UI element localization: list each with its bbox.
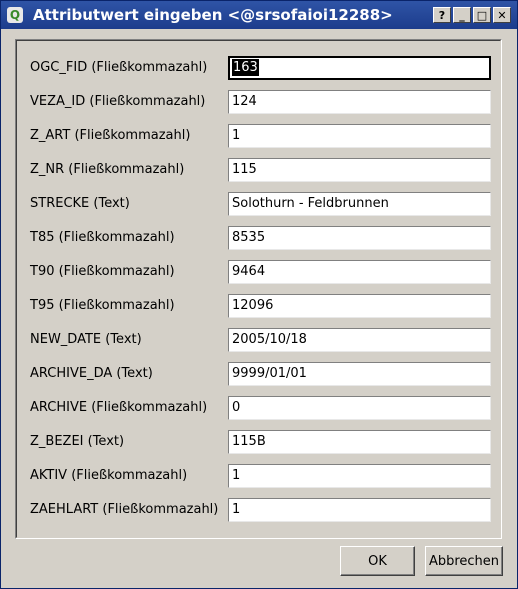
field-input[interactable]: 1	[228, 124, 491, 148]
field-row: T85 (Fließkommazahl) 8535	[17, 226, 500, 250]
field-label: VEZA_ID (Fließkommazahl)	[30, 94, 206, 109]
field-row: ARCHIVE (Fließkommazahl) 0	[17, 396, 500, 420]
field-label: T85 (Fließkommazahl)	[30, 230, 175, 245]
field-row: T95 (Fließkommazahl) 12096	[17, 294, 500, 318]
field-label: STRECKE (Text)	[30, 196, 130, 211]
field-row: Z_ART (Fließkommazahl) 1	[17, 124, 500, 148]
field-input[interactable]: 2005/10/18	[228, 328, 491, 352]
attribute-dialog: Q Attributwert eingeben <@srsofaioi12288…	[0, 0, 518, 589]
field-row: Z_BEZEI (Text) 115B	[17, 430, 500, 454]
ok-button[interactable]: OK	[340, 546, 415, 576]
field-label: ARCHIVE (Fließkommazahl)	[30, 400, 208, 415]
field-row: ZAEHLART (Fließkommazahl) 1	[17, 498, 500, 522]
field-input[interactable]: Solothurn - Feldbrunnen	[228, 192, 491, 216]
field-label: ARCHIVE_DA (Text)	[30, 366, 153, 381]
minimize-button[interactable]: _	[453, 7, 471, 23]
field-value: 8535	[232, 230, 266, 245]
field-label: NEW_DATE (Text)	[30, 332, 142, 347]
field-label: Z_ART (Fließkommazahl)	[30, 128, 191, 143]
field-value: 124	[232, 94, 257, 109]
field-row: AKTIV (Fließkommazahl) 1	[17, 464, 500, 488]
field-row: OGC_FID (Fließkommazahl) 163	[17, 56, 500, 80]
field-label: OGC_FID (Fließkommazahl)	[30, 60, 208, 75]
field-input[interactable]: 1	[228, 464, 491, 488]
field-row: ARCHIVE_DA (Text) 9999/01/01	[17, 362, 500, 386]
field-value: 1	[232, 502, 241, 517]
close-button[interactable]: ✕	[493, 7, 511, 23]
field-input[interactable]: 9464	[228, 260, 491, 284]
field-value: 163	[232, 59, 259, 76]
field-input[interactable]: 8535	[228, 226, 491, 250]
field-value: 9999/01/01	[232, 366, 307, 381]
field-input[interactable]: 0	[228, 396, 491, 420]
field-input[interactable]: 12096	[228, 294, 491, 318]
field-value: 115	[232, 162, 257, 177]
cancel-button[interactable]: Abbrechen	[425, 546, 503, 576]
field-label: Z_NR (Fließkommazahl)	[30, 162, 185, 177]
field-input[interactable]: 115	[228, 158, 491, 182]
title-bar[interactable]: Q Attributwert eingeben <@srsofaioi12288…	[1, 1, 517, 29]
field-input[interactable]: 124	[228, 90, 491, 114]
field-label: Z_BEZEI (Text)	[30, 434, 125, 449]
field-value: 1	[232, 468, 241, 483]
field-input[interactable]: 1	[228, 498, 491, 522]
field-row: STRECKE (Text) Solothurn - Feldbrunnen	[17, 192, 500, 216]
field-label: T90 (Fließkommazahl)	[30, 264, 175, 279]
field-row: NEW_DATE (Text) 2005/10/18	[17, 328, 500, 352]
window-title: Attributwert eingeben <@srsofaioi12288>	[33, 6, 393, 24]
field-row: T90 (Fließkommazahl) 9464	[17, 260, 500, 284]
fields-panel-inner: OGC_FID (Fließkommazahl) 163 VEZA_ID (Flie…	[16, 40, 501, 538]
qgis-logo-letter: Q	[9, 8, 21, 22]
field-row: Z_NR (Fließkommazahl) 115	[17, 158, 500, 182]
help-button[interactable]: ?	[433, 7, 451, 23]
qgis-logo-icon[interactable]: Q	[7, 7, 23, 23]
field-value: 2005/10/18	[232, 332, 307, 347]
field-value: 115B	[232, 434, 266, 449]
field-value: 0	[232, 400, 241, 415]
field-value: 1	[232, 128, 241, 143]
field-label: T95 (Fließkommazahl)	[30, 298, 175, 313]
field-input[interactable]: 115B	[228, 430, 491, 454]
maximize-button[interactable]: □	[473, 7, 491, 23]
field-value: 12096	[232, 298, 274, 313]
field-input[interactable]: 9999/01/01	[228, 362, 491, 386]
field-row: VEZA_ID (Fließkommazahl) 124	[17, 90, 500, 114]
selected-text: 163	[232, 59, 259, 76]
field-value: Solothurn - Feldbrunnen	[232, 196, 389, 211]
field-label: AKTIV (Fließkommazahl)	[30, 468, 188, 483]
fields-panel: OGC_FID (Fließkommazahl) 163 VEZA_ID (Flie…	[15, 39, 502, 539]
field-value: 9464	[232, 264, 266, 279]
field-label: ZAEHLART (Fließkommazahl)	[30, 502, 219, 517]
field-input[interactable]: 163	[228, 56, 491, 80]
